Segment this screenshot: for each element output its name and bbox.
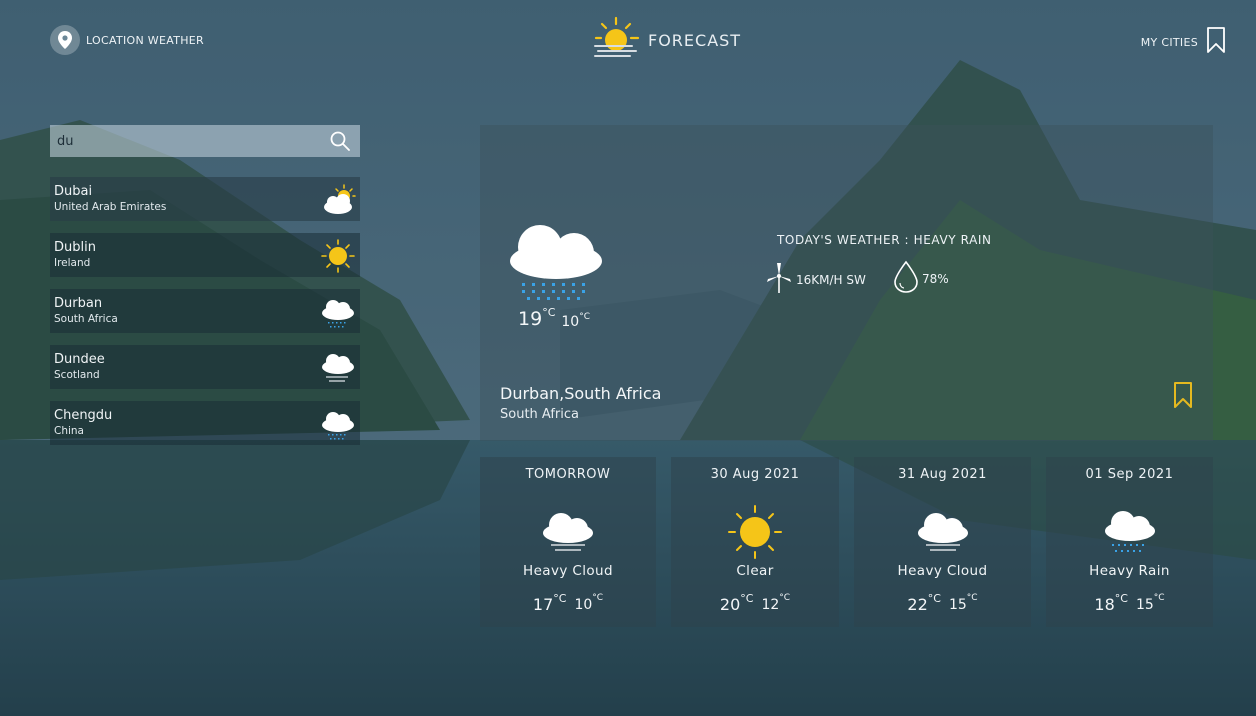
sun-icon [320, 239, 356, 273]
forecast-condition: Heavy Rain [1089, 563, 1170, 579]
forecast-temperatures: 20 °C 12 °C [671, 592, 839, 614]
rain-cloud-icon [320, 295, 356, 329]
search-result-dundee[interactable]: Dundee Scotland [50, 345, 360, 389]
rain-cloud-icon [320, 407, 356, 441]
current-weather-card: 19 °C 10 °C TODAY'S WEATHER : HEAVY RAIN… [480, 125, 1213, 441]
forecast-high: 20 [719, 595, 741, 614]
forecast-condition: Heavy Cloud [523, 563, 613, 579]
location-pin-icon [50, 25, 80, 55]
forecast-card: TOMORROW Heavy Cloud 17 °C 10 °C [480, 457, 656, 627]
temp-unit: °C [592, 593, 604, 603]
forecast-temperatures: 18 °C 15 °C [1046, 592, 1213, 614]
temp-unit: °C [553, 592, 567, 605]
temp-unit: °C [779, 593, 791, 603]
temp-unit: °C [1153, 593, 1165, 603]
search-result-dublin[interactable]: Dublin Ireland [50, 233, 360, 277]
forecast-high: 18 [1094, 595, 1115, 614]
forecast-low: 15 [948, 597, 967, 613]
humidity-value: 78% [922, 272, 949, 286]
search-input[interactable] [50, 125, 320, 157]
heavy-rain-icon [1103, 509, 1157, 559]
search-result-dubai[interactable]: Dubai United Arab Emirates [50, 177, 360, 221]
current-location-name: Durban,South Africa [500, 384, 662, 403]
water-drop-icon [892, 260, 920, 298]
result-country: South Africa [54, 313, 118, 325]
search-results-list: Dubai United Arab Emirates Dublin Irelan… [50, 177, 360, 457]
location-weather-button[interactable]: LOCATION WEATHER [50, 25, 204, 55]
app-brand: FORECAST [592, 16, 741, 64]
wind-value: 16KM/H SW [796, 273, 866, 287]
sun-fog-logo-icon [592, 16, 640, 64]
forecast-high: 17 [532, 595, 554, 614]
result-country: China [54, 425, 84, 437]
search-result-durban[interactable]: Durban South Africa [50, 289, 360, 333]
today-weather-label: TODAY'S WEATHER : HEAVY RAIN [777, 233, 992, 247]
result-city: Chengdu [54, 408, 113, 423]
result-city: Dublin [54, 240, 96, 255]
result-country: United Arab Emirates [54, 201, 167, 213]
temp-high: 19 [518, 308, 543, 330]
cloud-fog-icon [320, 351, 356, 385]
result-city: Dubai [54, 184, 93, 199]
forecast-card: 30 Aug 2021 Clear 20 °C 12 °C [671, 457, 839, 627]
temp-unit: °C [579, 312, 590, 322]
current-temperatures: 19 °C 10 °C [518, 306, 590, 330]
location-weather-label: LOCATION WEATHER [86, 33, 204, 47]
forecast-condition: Clear [736, 563, 774, 579]
forecast-card: 31 Aug 2021 Heavy Cloud 22 °C 15 °C [854, 457, 1031, 627]
heavy-cloud-icon [541, 509, 595, 557]
search-icon[interactable] [320, 125, 360, 157]
forecast-low: 10 [574, 597, 593, 613]
wind-info: 16KM/H SW [766, 262, 866, 298]
partly-sunny-icon [320, 183, 356, 217]
city-search-bar [50, 125, 360, 157]
result-country: Scotland [54, 369, 100, 381]
wind-turbine-icon [766, 262, 792, 298]
temp-unit: °C [542, 306, 556, 319]
bookmark-icon [1206, 26, 1226, 58]
temp-unit: °C [740, 592, 754, 605]
temp-low: 10 [561, 314, 580, 330]
result-city: Durban [54, 296, 103, 311]
my-cities-button[interactable]: MY CITIES [1141, 26, 1226, 58]
result-country: Ireland [54, 257, 91, 269]
temp-unit: °C [966, 593, 978, 603]
forecast-high: 22 [907, 595, 928, 614]
heavy-cloud-icon [916, 509, 970, 557]
temp-unit: °C [1114, 592, 1128, 605]
forecast-temperatures: 17 °C 10 °C [480, 592, 656, 614]
humidity-info: 78% [892, 260, 949, 298]
current-location-country: South Africa [500, 407, 579, 422]
forecast-day: TOMORROW [525, 467, 611, 482]
brand-title: FORECAST [648, 30, 742, 50]
search-result-chengdu[interactable]: Chengdu China [50, 401, 360, 445]
result-city: Dundee [54, 352, 105, 367]
bookmark-city-icon[interactable] [1173, 381, 1193, 413]
forecast-low: 15 [1135, 597, 1154, 613]
forecast-low: 12 [761, 597, 780, 613]
forecast-day: 31 Aug 2021 [898, 467, 987, 482]
sun-icon [728, 505, 782, 563]
forecast-day: 30 Aug 2021 [710, 467, 800, 482]
forecast-condition: Heavy Cloud [897, 563, 988, 579]
heavy-rain-icon [508, 217, 606, 311]
my-cities-label: MY CITIES [1140, 35, 1198, 49]
temp-unit: °C [927, 592, 941, 605]
forecast-temperatures: 22 °C 15 °C [854, 592, 1031, 614]
forecast-day: 01 Sep 2021 [1085, 467, 1174, 482]
forecast-card: 01 Sep 2021 Heavy Rain 18 °C 15 °C [1046, 457, 1213, 627]
